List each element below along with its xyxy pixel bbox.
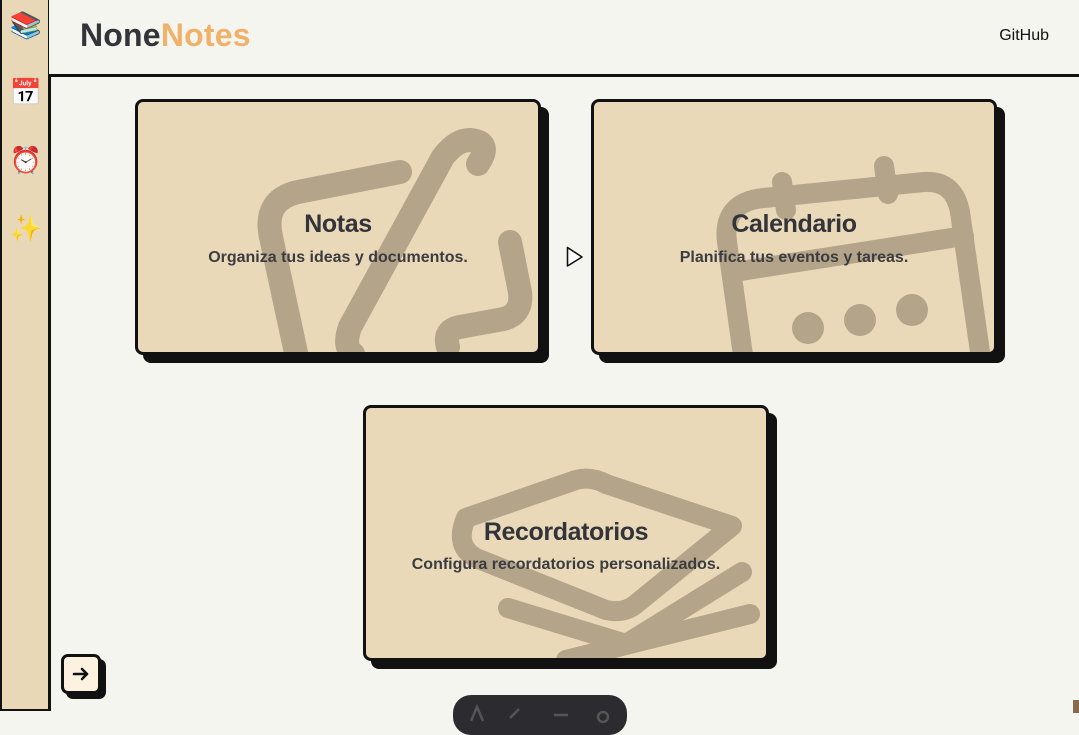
card-description: Organiza tus ideas y documentos. [208, 249, 468, 266]
card-calendario[interactable]: Calendario Planifica tus eventos y tarea… [591, 99, 997, 355]
pencil-tool-icon[interactable] [505, 703, 525, 723]
card-description: Configura recordatorios personalizados. [411, 556, 721, 573]
calendar-icon: 📅 [9, 76, 43, 107]
card-recordatorios[interactable]: Recordatorios Configura recordatorios pe… [363, 405, 769, 661]
card-description: Planifica tus eventos y tareas. [679, 249, 909, 266]
sparkles-icon: ✨ [9, 212, 43, 243]
sidebar-item-notes[interactable]: 📚 [8, 7, 44, 43]
github-link[interactable]: GitHub [999, 27, 1049, 45]
window-corner [1073, 700, 1079, 713]
logo-part-1: None [80, 17, 161, 53]
menu-icon[interactable] [551, 703, 571, 723]
card-title: Notas [304, 210, 372, 238]
card-notas[interactable]: Notas Organiza tus ideas y documentos. [135, 99, 541, 355]
header: NoneNotes GitHub [49, 0, 1079, 77]
card-title: Calendario [731, 210, 857, 238]
app-logo[interactable]: NoneNotes [80, 17, 251, 54]
logo-part-2: Notes [160, 17, 251, 53]
card-title: Recordatorios [483, 518, 649, 546]
expand-sidebar-button[interactable] [61, 654, 101, 694]
bottom-toolbar [453, 695, 627, 735]
arrow-right-icon [72, 667, 89, 681]
mouse-cursor-icon [566, 246, 583, 267]
sidebar-item-extras[interactable]: ✨ [8, 210, 44, 246]
alarm-clock-icon: ⏰ [9, 144, 43, 175]
text-tool-icon[interactable] [467, 703, 487, 723]
settings-icon[interactable] [593, 703, 613, 723]
sidebar: 📚 📅 ⏰ ✨ [0, 0, 51, 711]
books-icon: 📚 [9, 9, 43, 40]
sidebar-item-reminders[interactable]: ⏰ [8, 142, 44, 178]
sidebar-item-calendar[interactable]: 📅 [8, 74, 44, 110]
